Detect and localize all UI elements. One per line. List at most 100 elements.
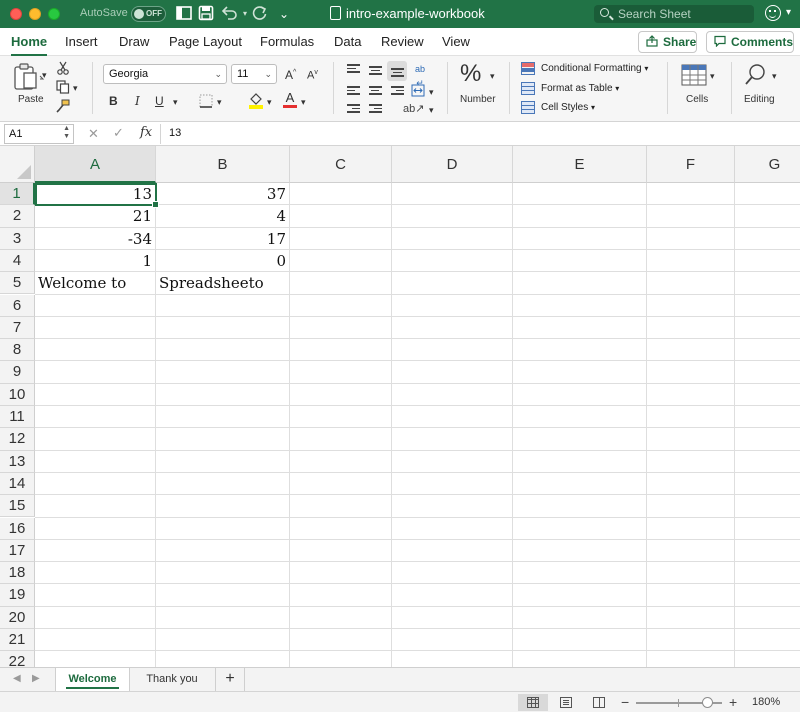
orientation-dropdown-icon[interactable]: ▾ bbox=[429, 103, 434, 117]
merge-center-dropdown-icon[interactable]: ▾ bbox=[429, 85, 434, 99]
column-header-f[interactable]: F bbox=[647, 146, 735, 183]
cell-b3[interactable]: 17 bbox=[156, 228, 286, 250]
tab-draw[interactable]: Draw bbox=[119, 34, 149, 49]
prev-sheet-arrow-icon[interactable]: ◀ bbox=[13, 673, 21, 684]
row-header-1[interactable]: 1 bbox=[0, 183, 35, 206]
row-header-5[interactable]: 5 bbox=[0, 272, 35, 295]
autosave-toggle[interactable]: OFF bbox=[131, 6, 166, 22]
font-color-button[interactable]: A bbox=[283, 91, 297, 108]
cells-icon[interactable] bbox=[680, 62, 708, 91]
row-header-9[interactable]: 9 bbox=[0, 361, 35, 384]
zoom-in-button[interactable]: + bbox=[729, 694, 737, 710]
cell-a3[interactable]: -34 bbox=[35, 228, 152, 250]
underline-button[interactable]: U bbox=[155, 94, 164, 108]
editing-find-icon[interactable] bbox=[743, 62, 769, 91]
row-header-19[interactable]: 19 bbox=[0, 584, 35, 607]
close-window-button[interactable] bbox=[10, 8, 22, 20]
cell-a4[interactable]: 1 bbox=[35, 250, 152, 272]
undo-dropdown-icon[interactable]: ▾ bbox=[240, 5, 250, 23]
merge-center-icon[interactable] bbox=[411, 84, 425, 100]
row-header-12[interactable]: 12 bbox=[0, 428, 35, 451]
sheet-tab-welcome[interactable]: Welcome bbox=[55, 668, 130, 691]
borders-icon[interactable] bbox=[199, 94, 213, 111]
decrease-font-size-button[interactable]: Av bbox=[307, 66, 318, 83]
copy-dropdown-icon[interactable]: ▾ bbox=[73, 81, 78, 95]
zoom-slider[interactable] bbox=[636, 697, 722, 708]
insert-function-button[interactable]: fx bbox=[140, 125, 152, 140]
page-layout-view-button[interactable] bbox=[551, 694, 581, 711]
cell-b4[interactable]: 0 bbox=[156, 250, 286, 272]
align-left-icon[interactable] bbox=[347, 86, 360, 96]
next-sheet-arrow-icon[interactable]: ▶ bbox=[32, 673, 40, 684]
minimize-window-button[interactable] bbox=[29, 8, 41, 20]
row-header-17[interactable]: 17 bbox=[0, 539, 35, 563]
editing-dropdown-icon[interactable]: ▾ bbox=[772, 69, 777, 83]
conditional-formatting-button[interactable]: Conditional Formatting ▾ bbox=[521, 62, 648, 76]
format-as-table-button[interactable]: Format as Table ▾ bbox=[521, 82, 619, 96]
cells-dropdown-icon[interactable]: ▾ bbox=[710, 69, 715, 83]
cell-a2[interactable]: 21 bbox=[35, 205, 152, 227]
feedback-smiley-icon[interactable] bbox=[765, 5, 781, 21]
row-header-15[interactable]: 15 bbox=[0, 495, 35, 518]
align-right-icon[interactable] bbox=[391, 86, 404, 96]
name-box[interactable]: A1 ▲ ▼ bbox=[4, 124, 74, 144]
share-button[interactable]: Share bbox=[638, 31, 697, 53]
confirm-edit-icon[interactable]: ✓ bbox=[113, 125, 124, 141]
column-header-a[interactable]: A bbox=[35, 146, 156, 183]
formula-input[interactable]: 13 bbox=[169, 127, 181, 139]
row-header-16[interactable]: 16 bbox=[0, 517, 35, 540]
feedback-dropdown-icon[interactable]: ▾ bbox=[786, 7, 791, 18]
fill-color-dropdown-icon[interactable]: ▾ bbox=[267, 95, 272, 109]
zoom-percentage[interactable]: 180% bbox=[752, 696, 780, 708]
zoom-out-button[interactable]: − bbox=[621, 694, 629, 710]
cancel-edit-icon[interactable]: ✕ bbox=[88, 126, 99, 142]
tab-insert[interactable]: Insert bbox=[65, 34, 98, 49]
orientation-icon[interactable]: ab↗ bbox=[403, 102, 424, 116]
decrease-indent-icon[interactable] bbox=[347, 104, 360, 114]
add-sheet-button[interactable]: + bbox=[215, 668, 245, 691]
column-header-e[interactable]: E bbox=[513, 146, 647, 183]
sidebar-toggle-icon[interactable] bbox=[176, 5, 192, 23]
row-header-6[interactable]: 6 bbox=[0, 294, 35, 317]
cell-b1[interactable]: 37 bbox=[156, 183, 286, 205]
customize-toolbar-icon[interactable]: ⌄ bbox=[278, 5, 290, 23]
italic-button[interactable]: I bbox=[135, 94, 140, 108]
cell-a5[interactable]: Welcome to bbox=[38, 272, 126, 294]
increase-indent-icon[interactable] bbox=[369, 104, 382, 114]
tab-review[interactable]: Review bbox=[381, 34, 424, 49]
tab-home[interactable]: Home bbox=[11, 34, 48, 56]
row-header-2[interactable]: 2 bbox=[0, 205, 35, 228]
row-header-14[interactable]: 14 bbox=[0, 472, 35, 496]
search-sheet-input[interactable]: Search Sheet bbox=[594, 5, 754, 23]
align-middle-icon[interactable] bbox=[369, 66, 382, 76]
font-size-select[interactable]: 11 ⌄ bbox=[231, 64, 277, 84]
align-top-icon[interactable] bbox=[347, 64, 360, 74]
column-header-d[interactable]: D bbox=[392, 146, 513, 183]
comments-button[interactable]: Comments bbox=[706, 31, 794, 53]
active-cell-selection[interactable] bbox=[35, 183, 159, 208]
bold-button[interactable]: B bbox=[109, 94, 118, 108]
tab-view[interactable]: View bbox=[442, 34, 470, 49]
column-header-g[interactable]: G bbox=[735, 146, 800, 183]
font-name-select[interactable]: Georgia ⌄ bbox=[103, 64, 227, 84]
paste-dropdown-icon[interactable]: ▾ bbox=[42, 68, 47, 82]
row-header-13[interactable]: 13 bbox=[0, 450, 35, 473]
row-header-10[interactable]: 10 bbox=[0, 383, 35, 406]
fill-color-icon[interactable] bbox=[249, 92, 263, 112]
cut-icon[interactable] bbox=[56, 61, 70, 78]
row-header-4[interactable]: 4 bbox=[0, 249, 35, 273]
number-format-icon[interactable]: % bbox=[460, 60, 481, 88]
sheet-tab-thank-you[interactable]: Thank you bbox=[133, 668, 211, 691]
cell-styles-button[interactable]: Cell Styles ▾ bbox=[521, 101, 595, 115]
row-header-18[interactable]: 18 bbox=[0, 562, 35, 585]
zoom-window-button[interactable] bbox=[48, 8, 60, 20]
zoom-slider-thumb[interactable] bbox=[701, 697, 713, 708]
row-header-7[interactable]: 7 bbox=[0, 316, 35, 340]
row-header-22[interactable]: 22 bbox=[0, 651, 35, 667]
save-icon[interactable] bbox=[198, 5, 214, 23]
row-header-8[interactable]: 8 bbox=[0, 339, 35, 362]
normal-view-button[interactable] bbox=[518, 694, 548, 711]
tab-data[interactable]: Data bbox=[334, 34, 361, 49]
undo-icon[interactable] bbox=[220, 5, 238, 23]
tab-formulas[interactable]: Formulas bbox=[260, 34, 314, 49]
